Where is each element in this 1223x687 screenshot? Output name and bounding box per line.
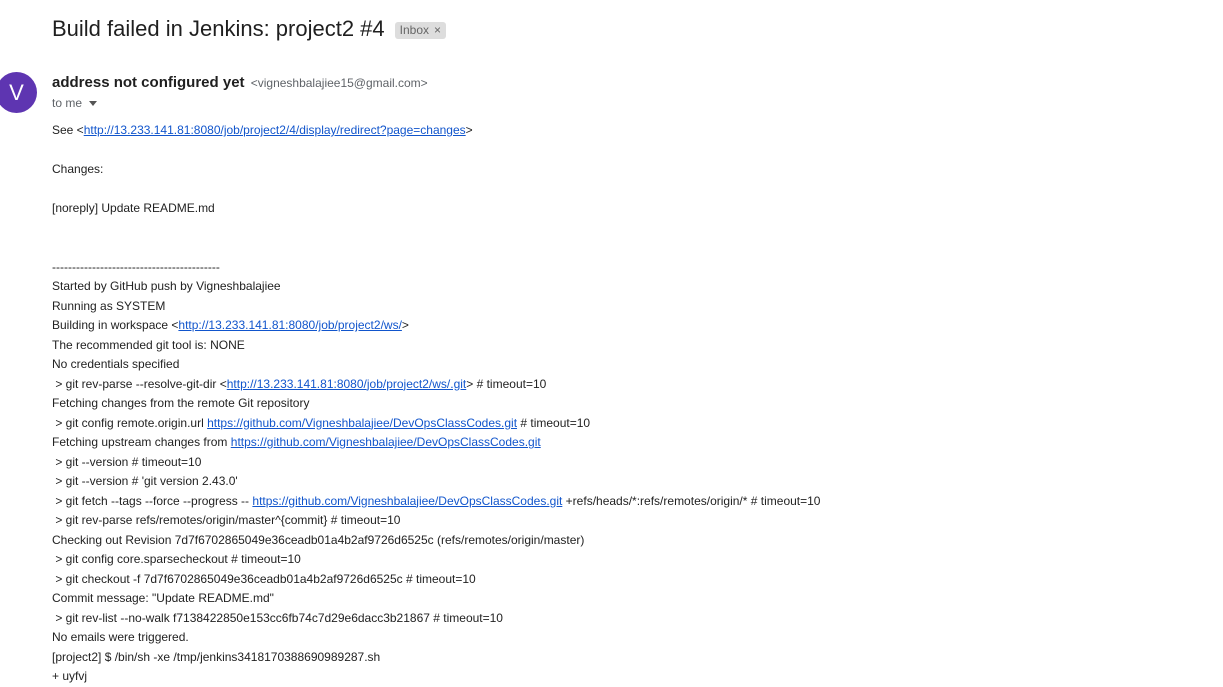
body-line: Checking out Revision 7d7f6702865049e36c…	[52, 531, 820, 551]
body-link[interactable]: https://github.com/Vigneshbalajiee/DevOp…	[231, 435, 541, 449]
inbox-label-chip[interactable]: Inbox ×	[394, 21, 447, 39]
show-details-caret-icon[interactable]	[89, 100, 98, 106]
body-text: >	[465, 123, 473, 137]
body-text: Started by GitHub push by Vigneshbalajie…	[52, 279, 281, 293]
body-line	[52, 180, 820, 200]
body-line: [noreply] Update README.md	[52, 199, 820, 219]
body-line: Fetching upstream changes from https://g…	[52, 433, 820, 453]
body-line: [project2] $ /bin/sh -xe /tmp/jenkins341…	[52, 648, 820, 668]
body-line	[52, 238, 820, 258]
sender-email: <vigneshbalajiee15@gmail.com>	[250, 76, 428, 90]
body-text: > # timeout=10	[466, 376, 547, 391]
recipient-row: to me	[52, 96, 98, 110]
email-body: See <http://13.233.141.81:8080/job/proje…	[52, 121, 820, 687]
body-text: # timeout=10	[517, 415, 591, 430]
body-text: No credentials specified	[52, 357, 180, 371]
sender-avatar[interactable]: V	[0, 72, 37, 113]
body-link[interactable]: http://13.233.141.81:8080/job/project2/w…	[227, 377, 467, 391]
body-line: Commit message: "Update README.md"	[52, 589, 820, 609]
sender-name: address not configured yet	[52, 74, 245, 91]
body-link[interactable]: http://13.233.141.81:8080/job/project2/4…	[84, 123, 466, 137]
body-line: > git --version # timeout=10	[52, 453, 820, 473]
body-text: > git rev-parse --resolve-git-dir <	[52, 376, 227, 391]
subject-row: Build failed in Jenkins: project2 #4 Inb…	[52, 16, 447, 42]
body-text: > git rev-list --no-walk f7138422850e153…	[52, 610, 503, 625]
body-text: Changes:	[52, 162, 104, 176]
body-text: +refs/heads/*:refs/remotes/origin/* # ti…	[562, 493, 821, 508]
email-subject: Build failed in Jenkins: project2 #4	[52, 16, 385, 41]
body-text: Fetching upstream changes from	[52, 435, 231, 449]
body-text: > git fetch --tags --force --progress --	[52, 493, 253, 508]
body-link[interactable]: https://github.com/Vigneshbalajiee/DevOp…	[252, 494, 562, 508]
body-line: No credentials specified	[52, 355, 820, 375]
body-link[interactable]: http://13.233.141.81:8080/job/project2/w…	[178, 318, 402, 332]
body-line: > git fetch --tags --force --progress --…	[52, 492, 820, 512]
body-text: + uyfvj	[52, 669, 88, 683]
body-line: Building in workspace <http://13.233.141…	[52, 316, 820, 336]
body-link[interactable]: https://github.com/Vigneshbalajiee/DevOp…	[207, 416, 517, 430]
inbox-label: Inbox	[399, 22, 430, 37]
body-line	[52, 141, 820, 161]
body-line: > git rev-parse refs/remotes/origin/mast…	[52, 511, 820, 531]
body-text: Commit message: "Update README.md"	[52, 591, 274, 605]
body-line: The recommended git tool is: NONE	[52, 336, 820, 356]
body-text: See <	[52, 123, 84, 137]
body-line: ----------------------------------------…	[52, 258, 820, 278]
body-line: > git config remote.origin.url https://g…	[52, 414, 820, 434]
body-text: > git rev-parse refs/remotes/origin/mast…	[52, 513, 401, 527]
body-text: ----------------------------------------…	[52, 259, 220, 274]
body-text: [noreply] Update README.md	[52, 201, 215, 215]
body-line: > git checkout -f 7d7f6702865049e36ceadb…	[52, 570, 820, 590]
recipient-label: to me	[52, 96, 83, 110]
body-text: No emails were triggered.	[52, 630, 189, 644]
body-line: > git rev-parse --resolve-git-dir <http:…	[52, 375, 820, 395]
body-line: > git config core.sparsecheckout # timeo…	[52, 550, 820, 570]
remove-label-icon[interactable]: ×	[434, 23, 441, 37]
body-text: Fetching changes from the remote Git rep…	[52, 396, 310, 410]
body-text: Building in workspace <	[52, 318, 179, 332]
body-text: > git --version # timeout=10	[52, 454, 202, 469]
body-text: > git checkout -f 7d7f6702865049e36ceadb…	[52, 571, 476, 586]
body-line: > git --version # 'git version 2.43.0'	[52, 472, 820, 492]
body-line: + uyfvj	[52, 667, 820, 687]
sender-row: address not configured yet <vigneshbalaj…	[52, 74, 428, 91]
body-text: >	[401, 318, 409, 332]
body-line: No emails were triggered.	[52, 628, 820, 648]
body-text: > git --version # 'git version 2.43.0'	[52, 474, 238, 488]
avatar-letter: V	[9, 79, 24, 105]
body-text: > git config core.sparsecheckout # timeo…	[52, 552, 301, 566]
body-text: [project2] $ /bin/sh -xe /tmp/jenkins341…	[52, 649, 381, 664]
body-line: Started by GitHub push by Vigneshbalajie…	[52, 277, 820, 297]
body-line: Running as SYSTEM	[52, 297, 820, 317]
body-line: Fetching changes from the remote Git rep…	[52, 394, 820, 414]
body-line: See <http://13.233.141.81:8080/job/proje…	[52, 121, 820, 141]
body-text: Running as SYSTEM	[52, 298, 166, 313]
body-text: Checking out Revision 7d7f6702865049e36c…	[52, 532, 585, 547]
body-line: Changes:	[52, 160, 820, 180]
body-text: The recommended git tool is: NONE	[52, 337, 245, 352]
body-text: > git config remote.origin.url	[52, 415, 208, 430]
body-line	[52, 219, 820, 239]
body-line: > git rev-list --no-walk f7138422850e153…	[52, 609, 820, 629]
